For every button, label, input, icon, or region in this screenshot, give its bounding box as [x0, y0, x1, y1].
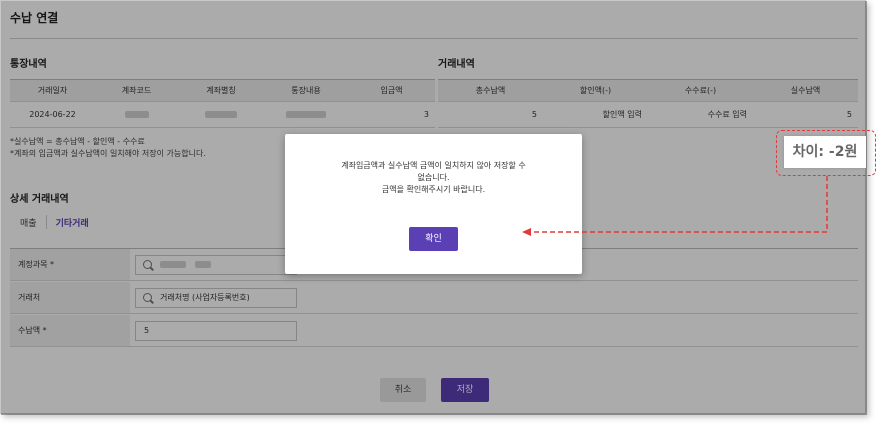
- arrow-head: [522, 228, 531, 236]
- arrow-line: [530, 176, 828, 233]
- annotation-arrow: [522, 176, 828, 236]
